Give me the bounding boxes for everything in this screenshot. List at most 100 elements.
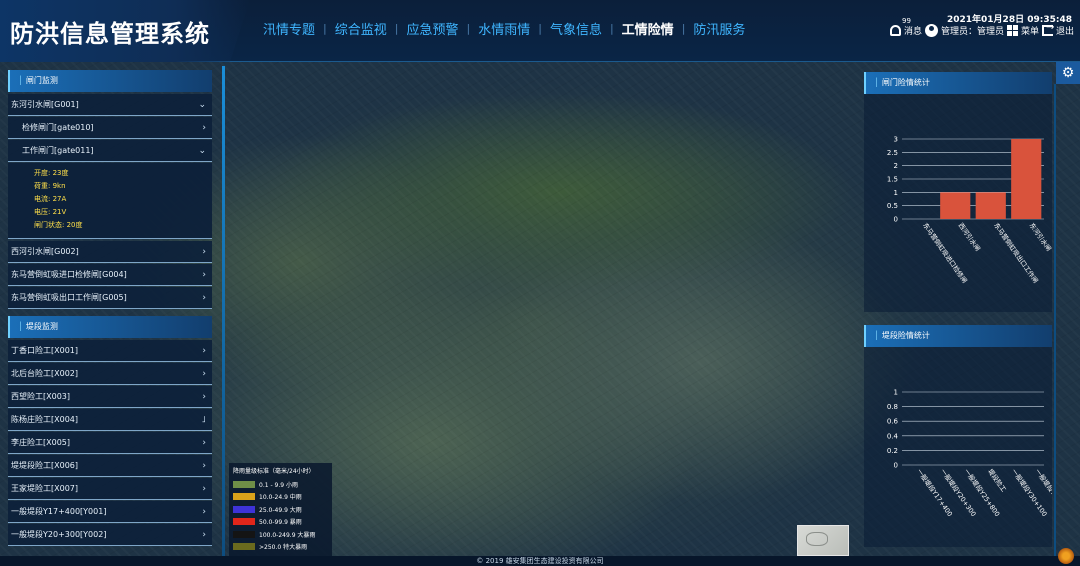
legend-item: 10.0-24.9 中雨 [233,491,328,504]
gate-item-gate011[interactable]: 工作闸门[gate011] ⌄ [8,140,212,162]
y-tick-label: 2.5 [887,149,898,157]
footer-copyright: © 2019 雄安集团生态建设投资有限公司 [0,556,1080,566]
logout-icon[interactable] [1041,22,1054,36]
nav-item-weather[interactable]: 气象信息 [542,19,610,38]
legend-label: 0.1 - 9.9 小雨 [259,481,298,489]
user-icon [924,24,938,37]
row-label: 丁香口险工[X001] [11,346,78,355]
chevron-right-icon: › [202,123,206,133]
levee-stats-chart: 00.20.40.60.81一般堤段Y17+400一般堤段Y20+300一般堤段… [887,389,1066,519]
nav-item-works-hazard[interactable]: 工情险情 [614,19,682,38]
bar[interactable] [975,192,1006,219]
x-tick-label: 东河引水闸 [1028,221,1052,253]
chevron-right-icon: › [202,530,206,540]
y-tick-label: 2 [894,162,898,170]
y-tick-label: 0.4 [887,432,899,440]
y-tick-label: 3 [894,136,898,144]
chevron-corner-icon: ˩ [201,415,206,425]
gate-group-g001[interactable]: 东河引水闸[G001] ⌄ [8,94,212,116]
levee-item[interactable]: 王家堤险工[X007] › [8,478,212,500]
gate-voltage: 电压: 21V [34,208,67,216]
chevron-down-icon: ⌄ [198,146,206,156]
legend-label: >250.0 特大暴雨 [259,544,308,552]
x-tick-label: 堤段险工 [986,467,1009,494]
bar[interactable] [1011,139,1042,219]
row-label: 检修闸门[gate010] [22,123,94,132]
header: 防洪信息管理系统 汛情专题 | 综合监视 | 应急预警 | 水情雨情 | 气象信息 | 工… [0,0,1080,62]
row-label: 工作闸门[gate011] [22,146,94,155]
levee-item[interactable]: 西望险工[X003] › [8,386,212,408]
levee-item[interactable]: 陈杨庄险工[X004] ˩ [8,409,212,431]
overview-map-thumbnail[interactable] [797,525,849,556]
gate-current: 电流: 27A [34,195,67,203]
levee-item[interactable]: 北后台险工[X002] › [8,363,212,385]
messages-link[interactable]: 消息 [904,24,922,37]
y-tick-label: 0.5 [887,202,898,210]
chevron-right-icon: › [202,392,206,402]
legend-label: 25.0-49.9 大雨 [259,506,302,514]
right-panel-edge [1054,84,1056,556]
main-nav: 汛情专题 | 综合监视 | 应急预警 | 水情雨情 | 气象信息 | 工情险情 | 防汛服务 [255,19,753,38]
bell-icon[interactable] [889,25,901,36]
gate-item-gate010[interactable]: 检修闸门[gate010] › [8,117,212,139]
nav-item-flood-service[interactable]: 防汛服务 [685,19,753,38]
row-label: 东马营倒虹吸进口检修闸[G004] [11,270,127,279]
legend-swatch [233,480,255,488]
nav-item-warning[interactable]: 应急预警 [398,19,466,38]
left-panel-edge [222,66,225,556]
row-label: 东马营倒虹吸出口工作闸[G005] [11,293,127,302]
rainfall-legend: 降雨量级标准（毫米/24小时） 0.1 - 9.9 小雨 10.0-24.9 中… [229,463,332,556]
menu-link[interactable]: 菜单 [1021,24,1039,37]
y-tick-label: 0 [894,462,898,470]
y-tick-label: 1 [894,189,898,197]
chevron-right-icon: › [202,461,206,471]
menu-grid-icon[interactable] [1006,25,1018,36]
y-tick-label: 0.2 [887,447,898,455]
levee-item[interactable]: 李庄险工[X005] › [8,432,212,454]
legend-label: 100.0-249.9 大暴雨 [259,531,316,539]
nav-item-flood-topic[interactable]: 汛情专题 [255,19,323,38]
chevron-right-icon: › [202,293,206,303]
app-title: 防洪信息管理系统 [10,20,210,48]
row-label: 一般堤段Y20+300[Y002] [11,530,107,539]
x-tick-label: 西河引水闸 [957,221,983,253]
logout-link[interactable]: 退出 [1056,24,1074,37]
levee-item[interactable]: 堤堤段险工[X006] › [8,455,212,477]
corner-logo-icon [1058,548,1074,564]
legend-title: 降雨量级标准（毫米/24小时） [233,468,315,475]
levee-item[interactable]: 丁香口险工[X001] › [8,340,212,362]
gate-group-g002[interactable]: 西河引水闸[G002] › [8,241,212,263]
bar[interactable] [940,192,971,219]
left-panel: 闸门监测 东河引水闸[G001] ⌄ 检修闸门[gate010] › 工作闸门[ga… [8,70,212,547]
gate-monitor-header: 闸门监测 [8,70,212,92]
row-label: 李庄险工[X005] [11,438,70,447]
legend-label: 50.0-99.9 暴雨 [259,519,302,527]
levee-monitor-header: 堤段监测 [8,316,212,338]
row-label: 西河引水闸[G002] [11,247,79,256]
gate-group-g005[interactable]: 东马营倒虹吸出口工作闸[G005] › [8,287,212,309]
user-label[interactable]: 管理员：管理员 [941,24,1004,37]
levee-item[interactable]: 一般堤段Y17+400[Y001] › [8,501,212,523]
gate-detail-panel: 开度: 23度 荷重: 9kn 电流: 27A 电压: 21V 闸门状态: 20… [8,163,212,239]
gate-status: 闸门状态: 20度 [34,221,83,229]
gate-load: 荷重: 9kn [34,182,66,190]
chevron-right-icon: › [202,247,206,257]
levee-item[interactable]: 一般堤段Y20+300[Y002] › [8,524,212,546]
levee-stats-panel: 堤段险情统计 00.20.40.60.81一般堤段Y17+400一般堤段Y20+… [864,325,1066,547]
legend-swatch [233,518,255,526]
row-label: 陈杨庄险工[X004] [11,415,78,424]
legend-swatch [233,493,255,501]
nav-item-monitor[interactable]: 综合监视 [327,19,395,38]
gate-group-g004[interactable]: 东马营倒虹吸进口检修闸[G004] › [8,264,212,286]
y-tick-label: 0 [894,216,898,224]
chevron-down-icon: ⌄ [198,100,206,110]
nav-item-water-rain[interactable]: 水情雨情 [470,19,538,38]
y-tick-label: 1 [894,389,898,397]
row-label: 堤堤段险工[X006] [11,461,78,470]
legend-item: 0.1 - 9.9 小雨 [233,478,328,491]
chevron-right-icon: › [202,438,206,448]
legend-item: 100.0-249.9 大暴雨 [233,528,328,541]
settings-gear-icon[interactable]: ⚙ [1056,62,1080,84]
legend-item: 50.0-99.9 暴雨 [233,516,328,529]
legend-label: 10.0-24.9 中雨 [259,494,302,502]
